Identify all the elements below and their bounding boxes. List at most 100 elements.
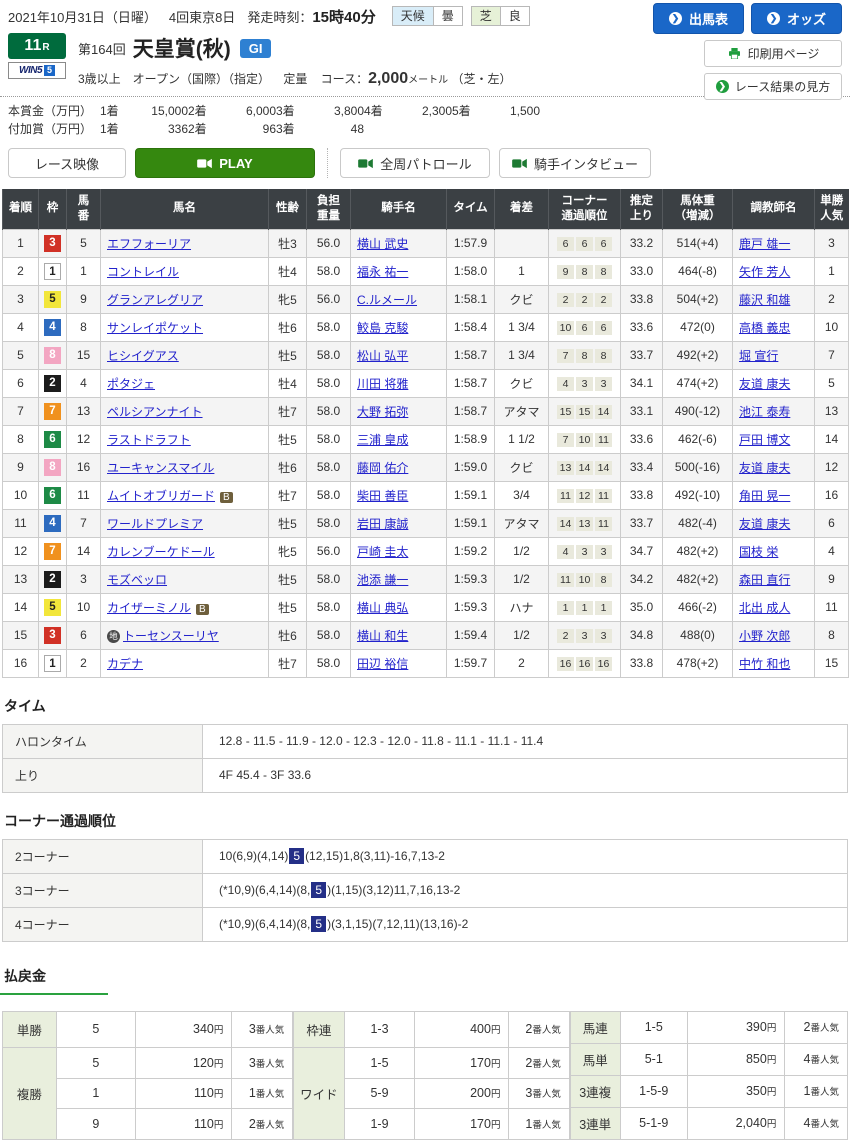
column-header: 騎手名: [351, 189, 447, 229]
trio-row: 3連複 1-5-9 350円 1番人気: [570, 1075, 847, 1107]
jockey-link[interactable]: 池添 謙一: [357, 573, 408, 587]
horse-name-link[interactable]: ワールドプレミア: [107, 517, 203, 531]
corner3-order: (*10,9)(6,4,14)(8,5)(1,15)(3,12)11,7,16,…: [203, 873, 848, 907]
last-3f: 34.7: [621, 537, 663, 565]
horse-number: 16: [67, 453, 101, 481]
finish-position: 6: [3, 369, 39, 397]
jockey-link[interactable]: 岩田 康誠: [357, 517, 408, 531]
result-guide-button[interactable]: ❯ レース結果の見方: [704, 73, 842, 100]
horse-name-link[interactable]: モズベッロ: [107, 573, 167, 587]
jockey-link[interactable]: C.ルメール: [357, 293, 417, 307]
weather-chip: 天候 曇: [392, 6, 463, 26]
print-page-label: 印刷用ページ: [748, 45, 820, 62]
trainer-link[interactable]: 北出 成人: [739, 601, 790, 615]
interview-video-button[interactable]: 騎手インタビュー: [499, 148, 651, 178]
last-3f: 33.8: [621, 285, 663, 313]
corner-positions: 433: [549, 537, 621, 565]
jockey-link[interactable]: 横山 典弘: [357, 601, 408, 615]
column-header: 調教師名: [733, 189, 815, 229]
trainer-link[interactable]: 友道 康夫: [739, 461, 790, 475]
horse-weight: 482(-4): [663, 509, 733, 537]
trainer-link[interactable]: 池江 泰寿: [739, 405, 790, 419]
win-popularity: 10: [815, 313, 849, 341]
trainer-link[interactable]: 戸田 博文: [739, 433, 790, 447]
jockey-link[interactable]: 戸崎 圭太: [357, 545, 408, 559]
table-row: 7 7 13 ペルシアンナイト 牡7 58.0 大野 拓弥 1:58.7 アタマ…: [3, 397, 849, 425]
weather-label: 天候: [393, 7, 434, 25]
trainer-link[interactable]: 藤沢 和雄: [739, 293, 790, 307]
corner4-label: 4コーナー: [3, 907, 203, 941]
trainer-link[interactable]: 中竹 和也: [739, 657, 790, 671]
sex-age: 牝5: [269, 537, 307, 565]
horse-name-link[interactable]: ユーキャンスマイル: [107, 461, 214, 475]
trainer-link[interactable]: 小野 次郎: [739, 629, 790, 643]
prize-table: 本賞金（万円） 1着15,000 2着6,000 3着3,800 4着2,300…: [8, 102, 540, 138]
horse-name-link[interactable]: カイザーミノル: [107, 601, 191, 615]
trainer-link[interactable]: 国枝 栄: [739, 545, 778, 559]
last-3f: 33.4: [621, 453, 663, 481]
trainer-link[interactable]: 角田 晃一: [739, 489, 790, 503]
horse-name-link[interactable]: ヒシイグアス: [107, 349, 179, 363]
win5-logo: WIN5 5: [8, 62, 66, 79]
sex-age: 牝5: [269, 285, 307, 313]
play-button[interactable]: PLAY: [135, 148, 315, 178]
race-video-button[interactable]: レース映像: [8, 148, 126, 178]
horse-name-link[interactable]: コントレイル: [107, 265, 179, 279]
win-popularity: 3: [815, 229, 849, 257]
jockey-link[interactable]: 川田 将雅: [357, 377, 408, 391]
horse-number: 11: [67, 481, 101, 509]
patrol-label: 全周パトロール: [380, 154, 471, 173]
trainer-link[interactable]: 堀 宣行: [739, 349, 778, 363]
carried-weight: 56.0: [307, 285, 351, 313]
carried-weight: 58.0: [307, 621, 351, 649]
margin: 1/2: [495, 537, 549, 565]
horse-name-link[interactable]: グランアレグリア: [107, 293, 203, 307]
patrol-video-button[interactable]: 全周パトロール: [340, 148, 490, 178]
frame-badge: 5: [44, 599, 61, 616]
horse-number: 3: [67, 565, 101, 593]
margin: 1/2: [495, 621, 549, 649]
column-header: タイム: [447, 189, 495, 229]
jockey-link[interactable]: 藤岡 佑介: [357, 461, 408, 475]
print-page-button[interactable]: 印刷用ページ: [704, 40, 842, 67]
jockey-link[interactable]: 横山 和生: [357, 629, 408, 643]
horse-number: 6: [67, 621, 101, 649]
frame-badge: 7: [44, 543, 61, 560]
margin: 2: [495, 649, 549, 677]
trainer-link[interactable]: 友道 康夫: [739, 517, 790, 531]
finish-time: 1:58.7: [447, 341, 495, 369]
horse-name-link[interactable]: エフフォーリア: [107, 237, 191, 251]
trainer-link[interactable]: 森田 直行: [739, 573, 790, 587]
corner4-order: (*10,9)(6,4,14)(8,5)(3,1,15)(7,12,11)(13…: [203, 907, 848, 941]
sex-age: 牡7: [269, 397, 307, 425]
horse-name-link[interactable]: トーセンスーリヤ: [123, 629, 219, 643]
entries-button[interactable]: ❯ 出馬表: [653, 3, 744, 34]
jockey-link[interactable]: 横山 武史: [357, 237, 408, 251]
horse-name-link[interactable]: カレンブーケドール: [107, 545, 215, 559]
horse-name-link[interactable]: ムイトオブリガード: [107, 489, 215, 503]
horse-name-link[interactable]: サンレイポケット: [107, 321, 203, 335]
jockey-link[interactable]: 柴田 善臣: [357, 489, 408, 503]
margin: クビ: [495, 453, 549, 481]
trainer-link[interactable]: 高橋 義忠: [739, 321, 790, 335]
horse-name-link[interactable]: ポタジェ: [107, 377, 155, 391]
horse-name-link[interactable]: ペルシアンナイト: [107, 405, 203, 419]
furlong-time-row: ハロンタイム 12.8 - 11.5 - 11.9 - 12.0 - 12.3 …: [3, 724, 848, 758]
horse-weight: 478(+2): [663, 649, 733, 677]
trainer-link[interactable]: 矢作 芳人: [739, 265, 790, 279]
jockey-link[interactable]: 鮫島 克駿: [357, 321, 408, 335]
jockey-link[interactable]: 松山 弘平: [357, 349, 408, 363]
horse-number: 4: [67, 369, 101, 397]
horse-name-link[interactable]: カデナ: [107, 657, 143, 671]
jockey-link[interactable]: 福永 祐一: [357, 265, 408, 279]
jockey-link[interactable]: 田辺 裕信: [357, 657, 408, 671]
column-header: 負担 重量: [307, 189, 351, 229]
horse-name-link[interactable]: ラストドラフト: [107, 433, 191, 447]
trainer-link[interactable]: 鹿戸 雄一: [739, 237, 790, 251]
jockey-link[interactable]: 三浦 皇成: [357, 433, 408, 447]
jockey-link[interactable]: 大野 拓弥: [357, 405, 408, 419]
added-prize-row: 付加賞（万円） 1着336 2着96 3着48: [8, 120, 540, 138]
trainer-link[interactable]: 友道 康夫: [739, 377, 790, 391]
jockey-cell: 横山 典弘: [351, 593, 447, 621]
odds-button[interactable]: ❯ オッズ: [751, 3, 842, 34]
